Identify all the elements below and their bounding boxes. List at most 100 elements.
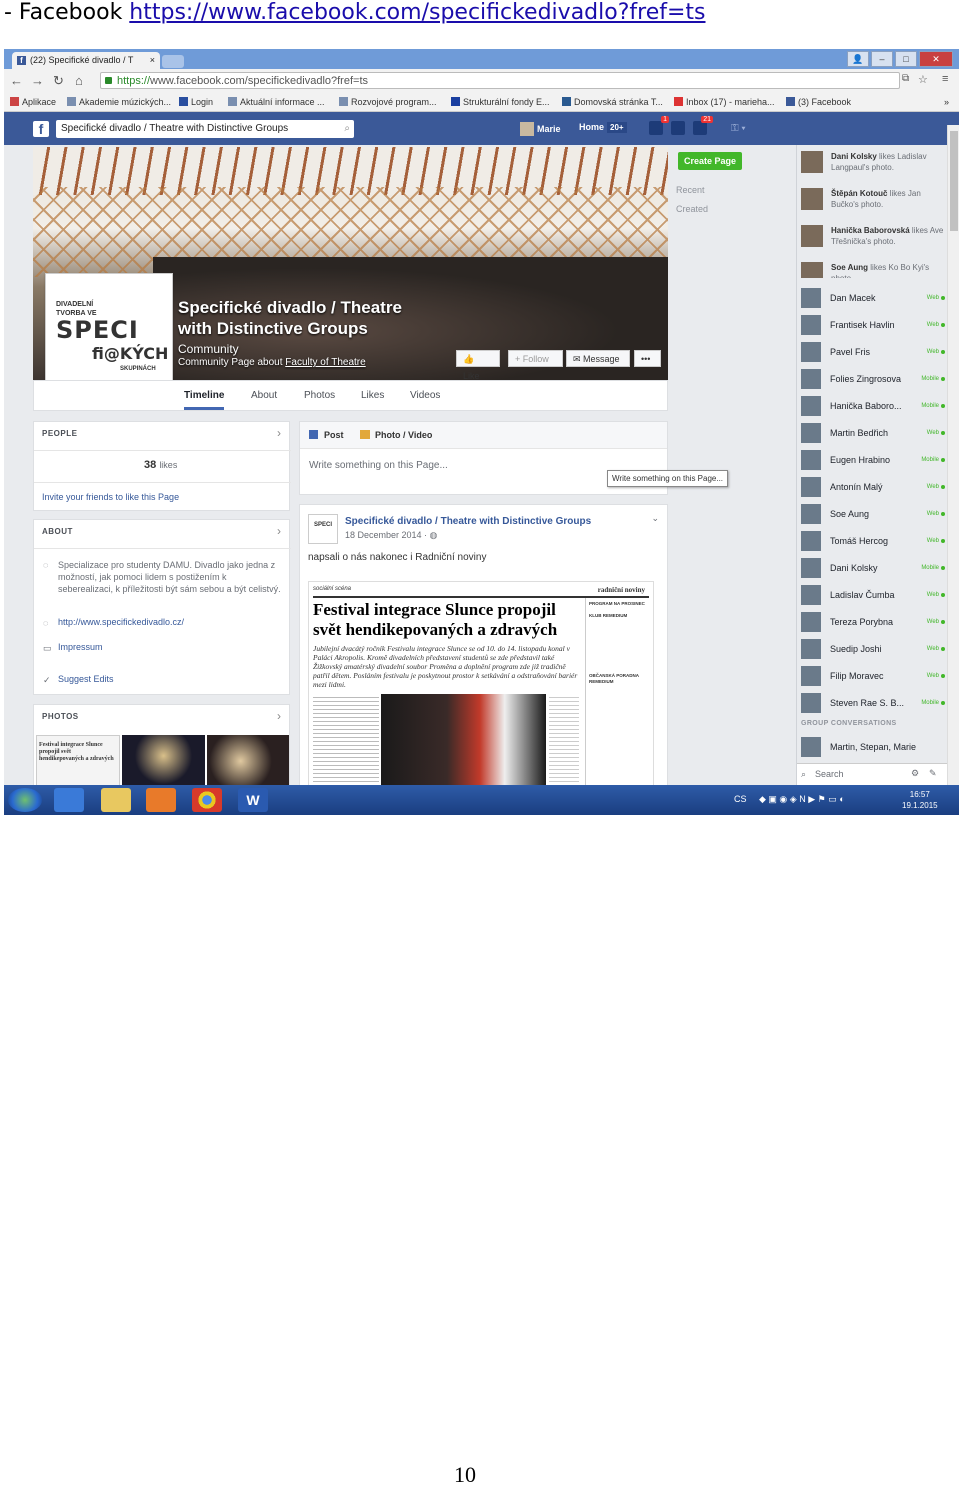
translate-icon[interactable]: ⧉ [902,73,909,84]
search-icon[interactable]: ⌕ [344,120,350,138]
ticker-item[interactable]: Hanička Baborovská likes Ave Třešnička's… [801,223,945,255]
bookmark-item[interactable]: Strukturální fondy E... [451,93,550,111]
like-button[interactable]: 👍 Like [456,350,500,380]
ticker-item[interactable]: Soe Aung likes Ko Bo Kyi's photo. [801,260,945,278]
chrome-icon[interactable] [192,788,222,812]
bookmark-apps[interactable]: Aplikace [10,93,56,111]
create-page-button[interactable]: Create Page [678,152,742,170]
post-author[interactable]: Specifické divadlo / Theatre with Distin… [345,516,591,527]
ticker-item[interactable]: Štěpán Kotouč likes Jan Bučko's photo. [801,186,945,218]
scrollbar-thumb[interactable] [950,131,958,231]
language-indicator[interactable]: CS [734,794,747,804]
tab-close-icon[interactable]: × [150,52,155,69]
bookmark-item[interactable]: Login [179,93,213,111]
home-icon[interactable]: ⌂ [75,73,83,88]
menu-icon[interactable]: ≡ [942,73,948,85]
tab-photos[interactable]: Photos [304,390,335,401]
follow-button[interactable]: + Follow [508,350,563,367]
forward-arrow-icon[interactable]: → [31,73,44,88]
url-field[interactable]: https://www.facebook.com/specifickedivad… [100,72,900,89]
contact-item[interactable]: Frantisek Havlin Web [801,314,945,336]
chevron-right-icon[interactable]: › [277,426,281,440]
ticker-item[interactable]: Dani Kolsky likes Ladislav Langpaul's ph… [801,149,945,181]
facebook-search-input[interactable]: Specifické divadlo / Theatre with Distin… [56,120,354,138]
maximize-icon[interactable]: □ [895,51,917,67]
group-conversation[interactable]: Martin, Stepan, Marie [801,736,945,758]
user-profile-icon[interactable]: 👤 [847,51,869,67]
internet-explorer-icon[interactable] [54,788,84,812]
more-button[interactable]: ••• [634,350,661,367]
contact-item[interactable]: Pavel Fris Web [801,341,945,363]
people-header[interactable]: PEOPLE [42,429,77,438]
contact-item[interactable]: Hanička Baboro... Mobile [801,395,945,417]
taskbar-clock[interactable]: 16:57 19.1.2015 [902,789,938,811]
composer-input[interactable]: Write something on this Page... [309,460,448,471]
caption-link[interactable]: https://www.facebook.com/specifickedivad… [129,0,705,25]
contact-item[interactable]: Folies Zingrosova Mobile [801,368,945,390]
chat-search-input[interactable]: ⌕ Search ⚙ ✎ [797,763,947,786]
photo-thumb-newspaper[interactable]: Festival integrace Slunce propojil svět … [36,735,120,785]
contact-item[interactable]: Martin Bedřich Web [801,422,945,444]
messages-icon[interactable] [671,121,685,135]
photo-thumb-performance[interactable] [207,735,289,785]
created-link[interactable]: Created [676,204,708,214]
post-date[interactable]: 18 December 2014 · ◍ [345,530,437,541]
contact-item[interactable]: Dan Macek Web [801,287,945,309]
post-image-newspaper[interactable]: sociální scéna radniční noviny Festival … [308,581,654,793]
bookmark-item[interactable]: Inbox (17) - marieha... [674,93,775,111]
minimize-icon[interactable]: – [871,51,893,67]
contact-item[interactable]: Tomáš Hercog Web [801,530,945,552]
profile-link[interactable]: Marie [520,122,561,136]
bookmark-item[interactable]: Aktuální informace ... [228,93,325,111]
recent-link[interactable]: Recent [676,185,705,195]
bookmark-item[interactable]: Rozvojové program... [339,93,437,111]
contact-item[interactable]: Suedip Joshi Web [801,638,945,660]
contact-item[interactable]: Soe Aung Web [801,503,945,525]
start-button-icon[interactable] [8,788,42,812]
message-button[interactable]: ✉ Message [566,350,630,367]
contact-item[interactable]: Tereza Porybna Web [801,611,945,633]
scrollbar[interactable] [947,125,959,785]
tab-timeline[interactable]: Timeline [184,390,225,410]
settings-dropdown-icon[interactable]: ⚿ ▾ [731,123,746,134]
post-tab[interactable]: Post [324,430,344,440]
back-arrow-icon[interactable]: ← [10,73,23,88]
suggest-edits-link[interactable]: Suggest Edits [58,674,114,684]
photo-video-tab[interactable]: Photo / Video [375,430,432,440]
contact-item[interactable]: Filip Moravec Web [801,665,945,687]
new-tab-button[interactable] [162,55,184,68]
bookmark-item[interactable]: Domovská stránka T... [562,93,663,111]
chevron-down-icon[interactable]: ⌄ [651,513,659,524]
facebook-logo-icon[interactable]: f [33,121,49,137]
close-window-icon[interactable]: ✕ [919,51,953,67]
chevron-right-icon[interactable]: › [277,709,281,723]
bookmark-star-icon[interactable]: ☆ [918,73,928,86]
contact-item[interactable]: Dani Kolsky Mobile [801,557,945,579]
contact-item[interactable]: Ladislav Čumba Web [801,584,945,606]
more-bookmarks-icon[interactable]: » [944,93,949,111]
home-link[interactable]: Home 20+ [579,122,627,133]
friend-requests-icon[interactable]: 1 [649,116,669,135]
tab-videos[interactable]: Videos [410,390,440,401]
website-link[interactable]: http://www.specifickedivadlo.cz/ [58,617,184,627]
browser-tab[interactable]: f (22) Specifické divadlo / T × [12,52,160,69]
contact-item[interactable]: Antonín Malý Web [801,476,945,498]
tab-likes[interactable]: Likes [361,390,384,401]
reload-icon[interactable]: ↻ [53,73,64,89]
tray-icons[interactable]: ◆ ▣ ◉ ◈ N ▶ ⚑ ▭ ◐ [759,794,845,805]
media-player-icon[interactable] [146,788,176,812]
chevron-right-icon[interactable]: › [277,524,281,538]
photos-header[interactable]: PHOTOS [42,712,79,721]
bookmark-item[interactable]: Akademie múzických... [67,93,171,111]
compose-icon[interactable]: ✎ [929,768,937,779]
contact-item[interactable]: Eugen Hrabino Mobile [801,449,945,471]
bookmark-item[interactable]: (3) Facebook [786,93,851,111]
notifications-icon[interactable]: 21 [693,116,713,135]
invite-friends-link[interactable]: Invite your friends to like this Page [42,492,179,502]
photo-thumb-stage[interactable] [122,735,205,785]
gear-icon[interactable]: ⚙ [911,768,919,779]
file-explorer-icon[interactable] [101,788,131,812]
about-header[interactable]: ABOUT [42,527,73,536]
post-author-avatar[interactable]: SPECI [308,514,338,544]
impressum-link[interactable]: Impressum [58,642,103,652]
